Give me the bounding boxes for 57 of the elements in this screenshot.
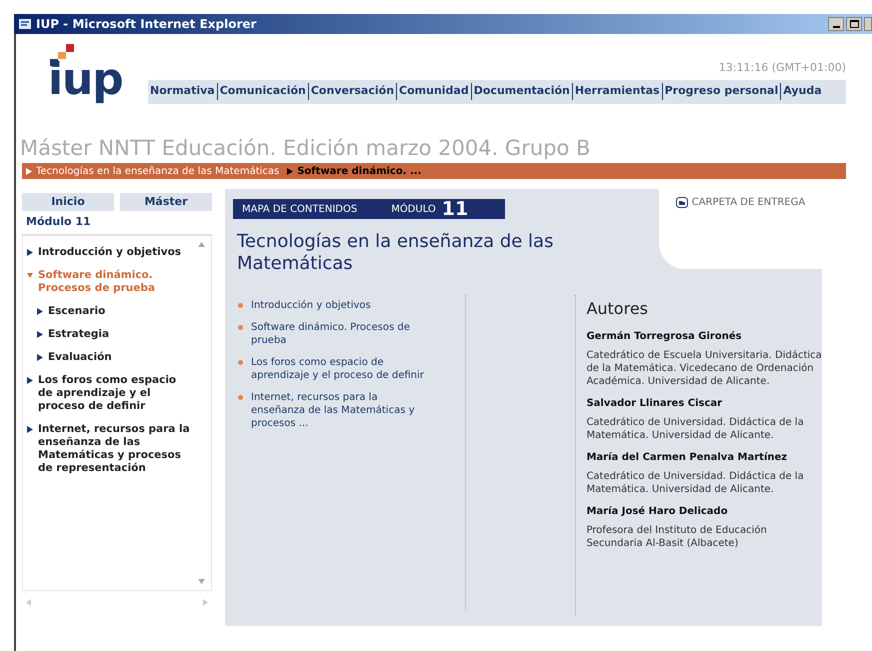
- author-description: Catedrático de Escuela Universitaria. Didáctica de la Matemática. Vicedecano de Ordenación Académica. Universidad de Alicante.: [586, 349, 822, 388]
- module-label: Módulo 11: [22, 211, 212, 235]
- author-name: María José Haro Delicado: [586, 505, 729, 520]
- delivery-folder-link[interactable]: CARPETA DE ENTREGA: [676, 195, 806, 210]
- bullet-icon: [238, 395, 243, 400]
- nav-link[interactable]: Comunicación: [216, 83, 308, 100]
- minimize-icon[interactable]: [828, 17, 844, 31]
- nav-link[interactable]: Conversación: [308, 83, 396, 100]
- author-description: Profesora del Instituto de Educación Secundaria Al-Basit (Albacete): [586, 524, 768, 550]
- nav-link[interactable]: Herramientas: [572, 83, 662, 100]
- collapsed-arrow-icon[interactable]: [27, 248, 33, 256]
- module-label: MÓDULO: [391, 202, 436, 217]
- sidebar-item[interactable]: Introducción y objetivos: [38, 246, 182, 259]
- maximize-icon[interactable]: [846, 17, 862, 31]
- bullet-icon: [238, 360, 243, 366]
- content-link[interactable]: Internet, recursos para la enseñanza de las Matemáticas y procesos ...: [251, 391, 435, 430]
- folder-icon: [676, 196, 688, 208]
- collapsed-arrow-icon[interactable]: [37, 308, 43, 315]
- collapsed-arrow-icon[interactable]: [37, 330, 43, 338]
- sidebar-item[interactable]: Los foros como espacio de aprendizaje y el proceso de definir: [38, 374, 193, 413]
- triangle-icon: [287, 168, 294, 175]
- module-number: 11: [442, 200, 468, 219]
- content-link[interactable]: Introducción y objetivos: [251, 299, 371, 312]
- nav-link[interactable]: Progreso personal: [662, 83, 780, 100]
- collapsed-arrow-icon[interactable]: [27, 376, 33, 384]
- collapsed-arrow-icon[interactable]: [27, 426, 33, 433]
- sidebar-item[interactable]: Software dinámico. Procesos de prueba: [38, 268, 193, 295]
- sidebar-tab[interactable]: Inicio: [22, 193, 114, 212]
- course-title: Máster NNTT Educación. Edición marzo 2004. Grupo B: [19, 135, 592, 162]
- bullet-icon: [238, 303, 243, 308]
- clock-time: 13:11:16 (GMT+01:00): [718, 60, 846, 76]
- sidebar-item[interactable]: Evaluación: [48, 350, 112, 364]
- nav-link[interactable]: Comunidad: [396, 83, 471, 100]
- sidebar-tab[interactable]: Máster: [120, 193, 212, 212]
- nav-link[interactable]: Ayuda: [780, 83, 824, 100]
- sidebar-item[interactable]: Escenario: [48, 304, 106, 318]
- nav-link[interactable]: Normativa: [148, 83, 217, 100]
- breadcrumb-link[interactable]: Tecnologías en la enseñanza de las Matemáticas: [36, 164, 280, 179]
- sidebar-item[interactable]: Estrategia: [48, 328, 110, 341]
- sidebar-item[interactable]: Internet, recursos para la enseñanza de las Matemáticas y procesos de representación: [38, 422, 193, 475]
- content-link[interactable]: Los foros como espacio de aprendizaje y el proceso de definir: [251, 356, 435, 382]
- map-label: MAPA DE CONTENIDOS: [242, 202, 358, 217]
- window-title: IUP - Microsoft Internet Explorer: [36, 16, 256, 33]
- authors-heading: Autores: [586, 298, 649, 320]
- triangle-icon: [26, 168, 32, 175]
- expanded-arrow-icon[interactable]: [27, 272, 33, 279]
- nav-link[interactable]: Documentación: [470, 83, 572, 100]
- author-description: Catedrático de Universidad. Didáctica de la Matemática. Universidad de Alicante.: [586, 416, 805, 442]
- content-link[interactable]: Software dinámico. Procesos de prueba: [251, 321, 435, 348]
- browser-icon: [18, 17, 32, 31]
- content-title: Tecnologías en la enseñanza de las Matemáticas: [237, 231, 554, 276]
- author-name: María del Carmen Penalva Martínez: [586, 451, 788, 466]
- author-name: Germán Torregrosa Gironés: [586, 330, 743, 344]
- collapsed-arrow-icon[interactable]: [37, 354, 43, 361]
- bullet-icon: [238, 325, 243, 330]
- author-name: Salvador Llinares Ciscar: [586, 397, 724, 412]
- author-description: Catedrático de Universidad. Didáctica de la Matemática. Universidad de Alicante.: [586, 470, 805, 496]
